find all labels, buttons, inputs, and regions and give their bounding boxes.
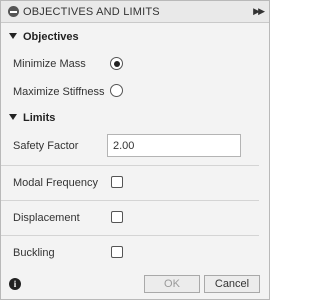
- buckling-checkbox[interactable]: [111, 246, 123, 258]
- dialog-footer: i OK Cancel: [1, 266, 269, 299]
- triangle-down-icon: [9, 114, 17, 121]
- ok-button[interactable]: OK: [144, 275, 200, 293]
- divider: [1, 200, 259, 201]
- safety-factor-input[interactable]: [107, 134, 241, 157]
- displacement-checkbox[interactable]: [111, 211, 123, 223]
- triangle-down-icon: [9, 33, 17, 40]
- divider: [1, 165, 259, 166]
- limits-header-label: Limits: [23, 112, 56, 124]
- safety-factor-label: Safety Factor: [13, 140, 79, 152]
- displacement-label: Displacement: [13, 212, 80, 224]
- objectives-header-label: Objectives: [23, 31, 79, 43]
- modal-frequency-label: Modal Frequency: [13, 177, 98, 189]
- cancel-button[interactable]: Cancel: [204, 275, 260, 293]
- maximize-stiffness-radio[interactable]: [110, 84, 123, 97]
- info-icon[interactable]: i: [9, 278, 21, 290]
- dialog-title: OBJECTIVES AND LIMITS: [23, 6, 160, 18]
- minimize-mass-radio[interactable]: [110, 57, 123, 70]
- limits-section-header[interactable]: Limits: [9, 112, 55, 124]
- buckling-label: Buckling: [13, 247, 55, 259]
- objectives-section-header[interactable]: Objectives: [9, 31, 79, 43]
- double-chevron-right-icon[interactable]: ▶▶: [253, 6, 265, 17]
- collapse-icon[interactable]: [8, 6, 19, 17]
- maximize-stiffness-label: Maximize Stiffness: [13, 86, 105, 98]
- divider: [1, 235, 259, 236]
- minimize-mass-label: Minimize Mass: [13, 58, 86, 70]
- dialog-titlebar[interactable]: OBJECTIVES AND LIMITS ▶▶: [1, 1, 269, 23]
- objectives-and-limits-dialog: OBJECTIVES AND LIMITS ▶▶ Objectives Mini…: [0, 0, 270, 300]
- modal-frequency-checkbox[interactable]: [111, 176, 123, 188]
